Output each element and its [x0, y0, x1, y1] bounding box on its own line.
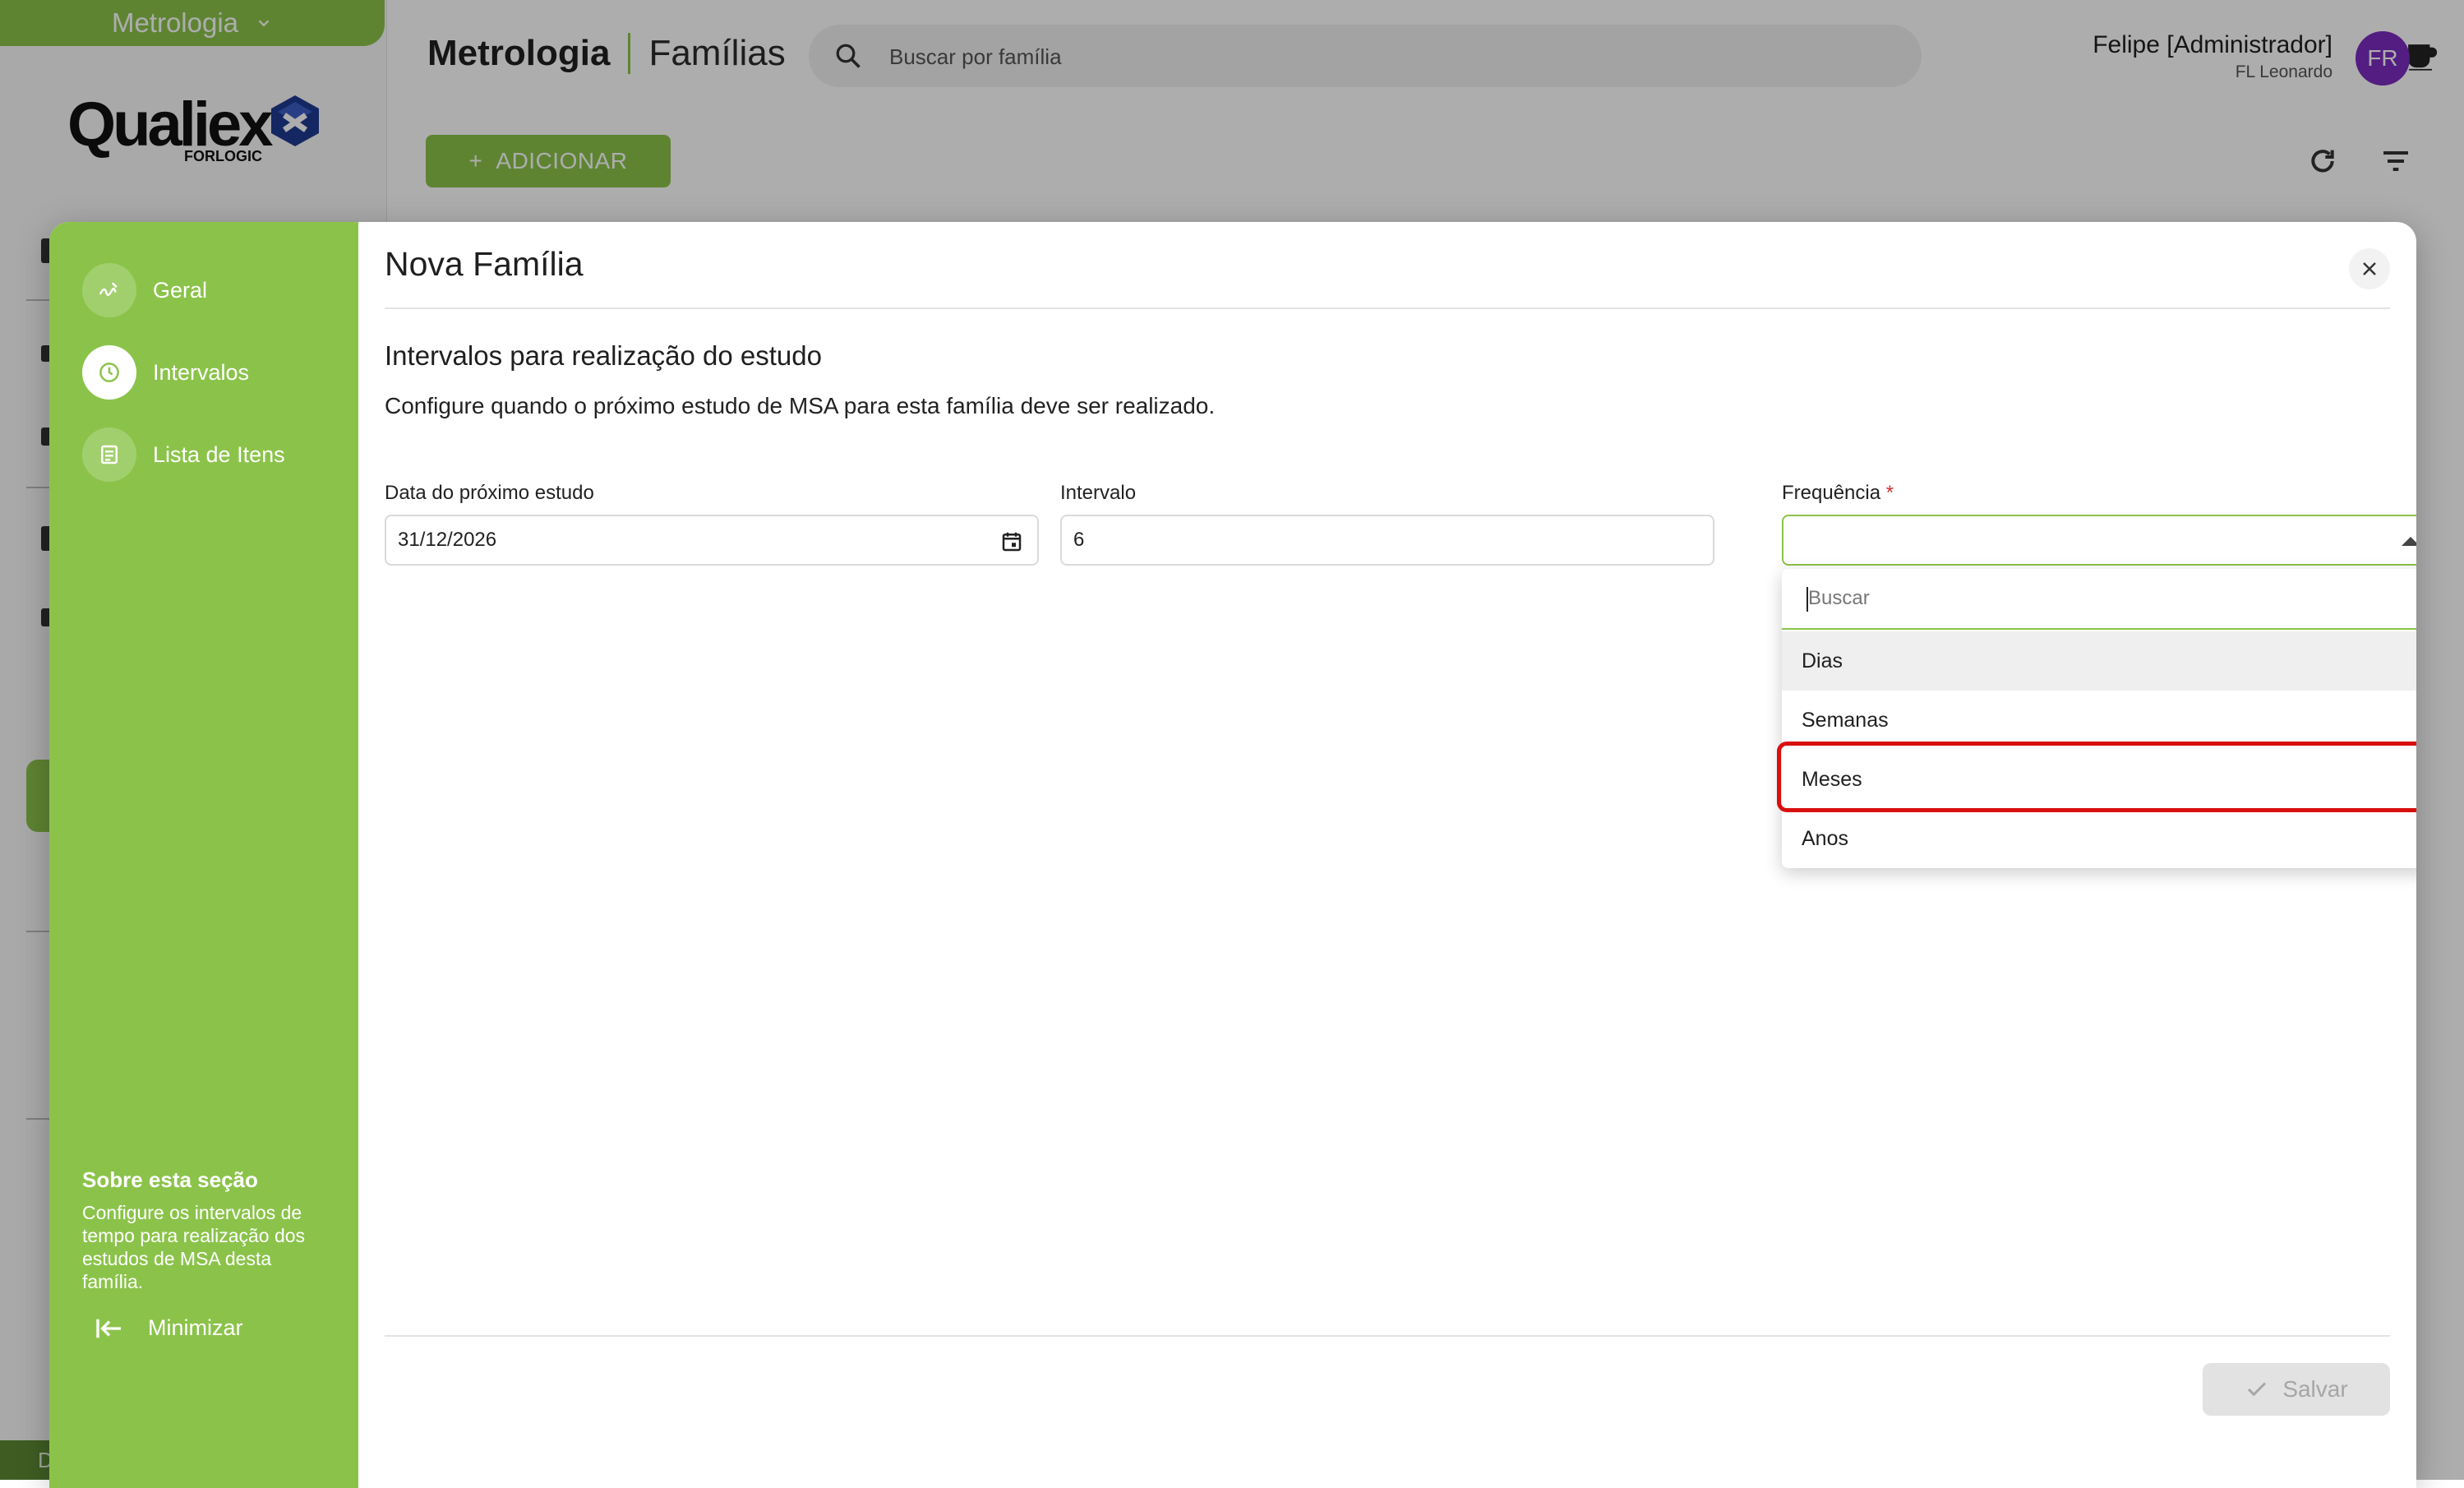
- title-divider: [385, 307, 2390, 309]
- frequency-label: Frequência *: [1782, 482, 2416, 505]
- section-description: Configure quando o próximo estudo de MSA…: [385, 393, 1216, 418]
- step-intervalos[interactable]: Intervalos: [82, 345, 249, 400]
- caret-up-icon: [2402, 537, 2416, 546]
- signature-icon: [82, 263, 136, 317]
- step-label: Geral: [153, 277, 208, 303]
- step-label: Intervalos: [153, 359, 250, 385]
- minimize-label: Minimizar: [148, 1315, 243, 1340]
- required-marker: *: [1885, 482, 1894, 504]
- frequency-select[interactable]: [1782, 515, 2416, 566]
- modal-steps-panel: Geral Intervalos Lista de Itens Sobre es…: [49, 222, 358, 1488]
- section-title: Intervalos para realização do estudo: [385, 340, 822, 371]
- step-geral[interactable]: Geral: [82, 263, 207, 317]
- step-label: Lista de Itens: [153, 441, 285, 467]
- option-highlight-box: [1777, 742, 2416, 812]
- save-button[interactable]: Salvar: [2203, 1363, 2390, 1416]
- modal-title: Nova Família: [385, 245, 584, 283]
- calendar-icon[interactable]: [999, 529, 1024, 554]
- minimize-button[interactable]: Minimizar: [95, 1315, 243, 1341]
- new-family-modal: Geral Intervalos Lista de Itens Sobre es…: [49, 222, 2416, 1488]
- step-lista-de-itens[interactable]: Lista de Itens: [82, 427, 285, 482]
- list-icon: [82, 427, 136, 482]
- dropdown-search-input[interactable]: Buscar: [1782, 569, 2416, 630]
- interval-label: Intervalo: [1060, 482, 1137, 504]
- section-info-heading: Sobre esta seção: [82, 1167, 258, 1192]
- frequency-field: Frequência *: [1782, 482, 2416, 566]
- section-info: Sobre esta seção Configure os intervalos…: [82, 1167, 329, 1293]
- close-icon: [2363, 262, 2376, 275]
- frequency-dropdown: Buscar Dias Semanas Meses Anos: [1782, 569, 2416, 868]
- interval-input[interactable]: 6: [1060, 515, 1714, 566]
- section-info-text: Configure os intervalos de tempo para re…: [82, 1202, 306, 1292]
- date-field: Data do próximo estudo 31/12/2026: [385, 482, 1039, 566]
- frequency-label-text: Frequência: [1782, 482, 1881, 504]
- date-value: 31/12/2026: [398, 529, 497, 551]
- modal-content: Nova Família Intervalos para realização …: [385, 222, 2416, 1488]
- save-label: Salvar: [2282, 1376, 2348, 1402]
- footer-divider: [385, 1335, 2390, 1337]
- collapse-left-icon: [96, 1319, 121, 1338]
- interval-field: Intervalo 6: [1060, 482, 1714, 566]
- close-button[interactable]: [2349, 248, 2390, 289]
- interval-value: 6: [1073, 529, 1085, 551]
- clock-icon: [82, 345, 136, 400]
- date-label: Data do próximo estudo: [385, 482, 594, 504]
- date-input[interactable]: 31/12/2026: [385, 515, 1039, 566]
- check-icon: [2248, 1382, 2267, 1397]
- option-anos[interactable]: Anos: [1782, 809, 2416, 868]
- dropdown-search-placeholder: Buscar: [1808, 587, 1870, 609]
- option-dias[interactable]: Dias: [1782, 631, 2416, 691]
